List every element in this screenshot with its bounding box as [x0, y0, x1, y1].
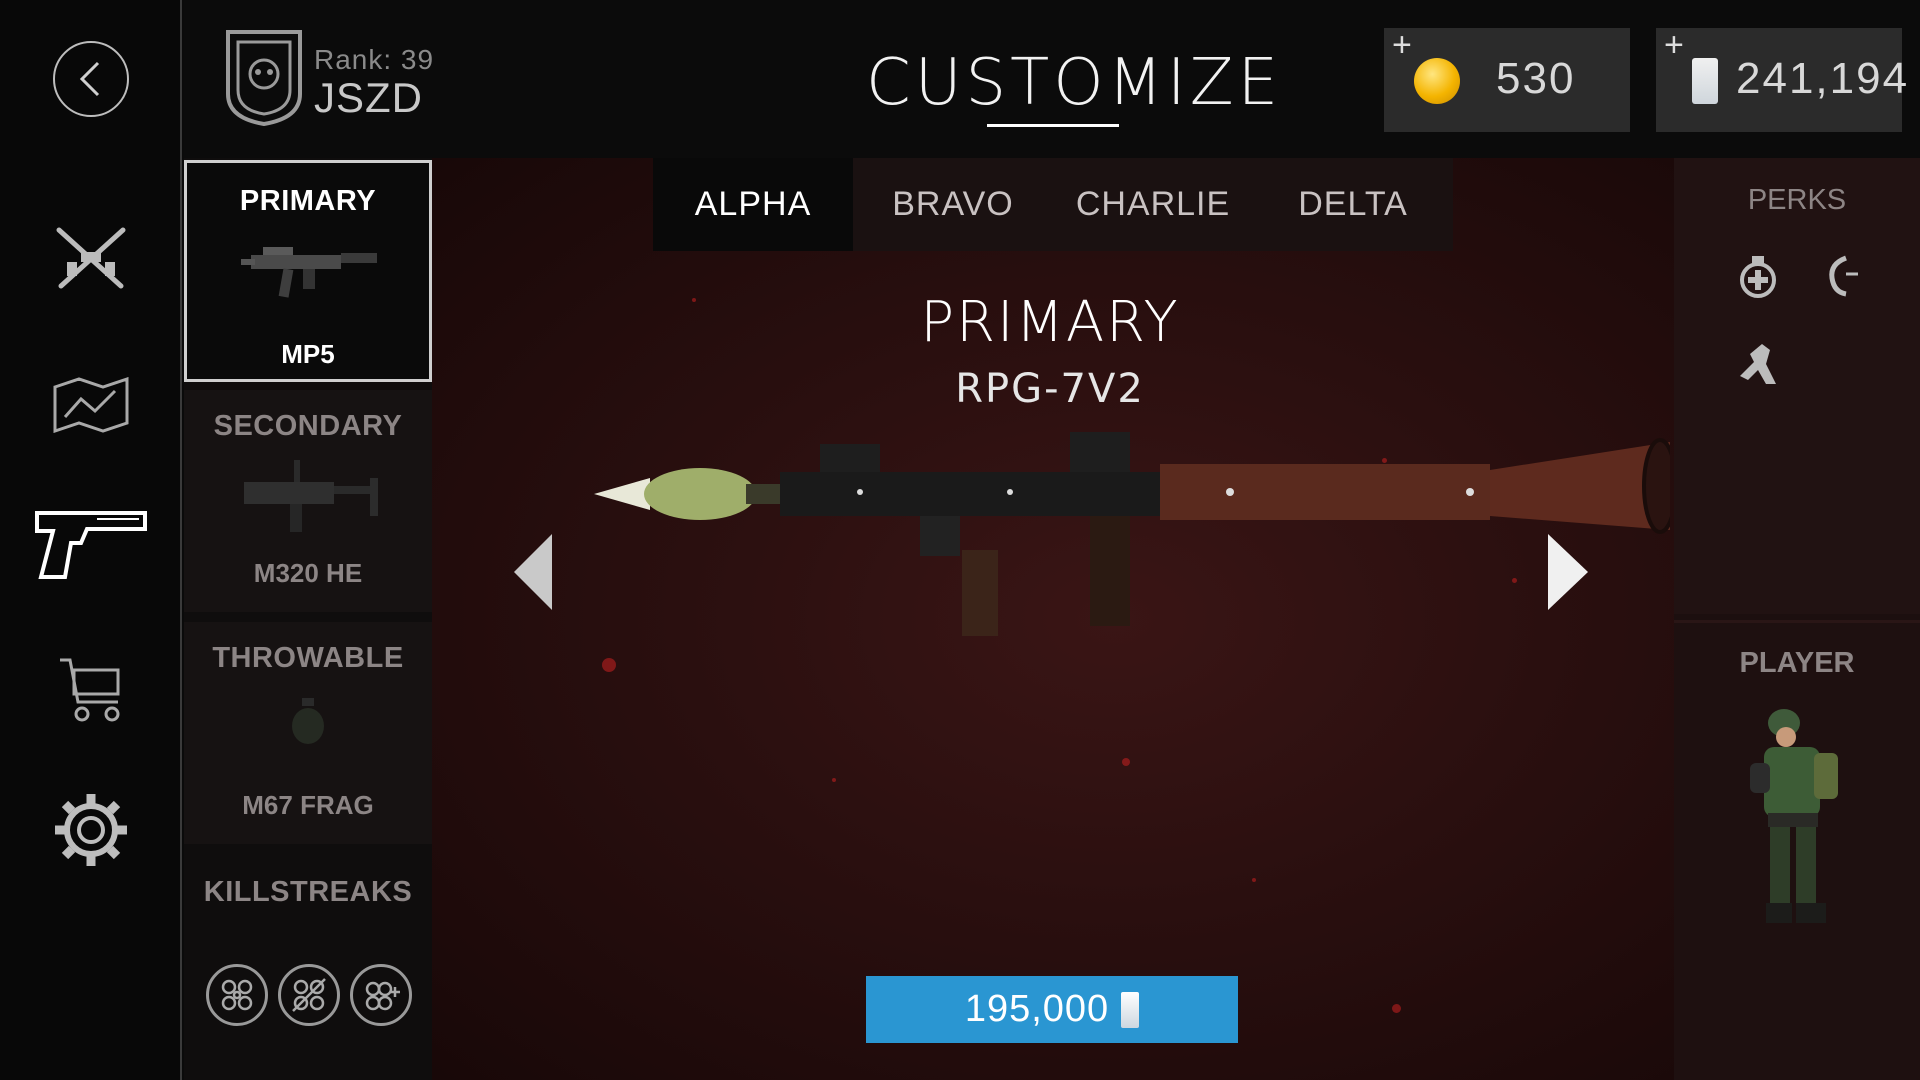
cash-value: 241,194: [1736, 54, 1910, 103]
sprint-icon[interactable]: [1736, 340, 1780, 393]
loadout-column: PRIMARY MP5 SECONDARY M320 HE THROWABLE …: [184, 158, 432, 1080]
ember: [602, 658, 616, 672]
drone-icon[interactable]: [206, 964, 268, 1026]
grenade-launcher-icon: [234, 452, 384, 547]
slot-weapon-name: M320 HE: [253, 558, 363, 588]
nav-rail: [0, 0, 182, 1080]
drone-disabled-icon[interactable]: [278, 964, 340, 1026]
ember: [1392, 1004, 1401, 1013]
soldier-avatar: [1744, 703, 1854, 938]
arrow-left-icon: [514, 534, 552, 610]
throwable-slot[interactable]: THROWABLE M67 FRAG: [184, 622, 432, 844]
title-underline: [987, 124, 1119, 127]
slot-title: KILLSTREAKS: [203, 876, 413, 908]
medkit-icon[interactable]: [1738, 254, 1778, 303]
primary-slot[interactable]: PRIMARY MP5: [184, 160, 432, 382]
buy-button[interactable]: 195,000: [866, 976, 1238, 1043]
slot-weapon-name: MP5: [281, 339, 335, 369]
gear-icon[interactable]: [0, 788, 182, 872]
plus-icon[interactable]: +: [1664, 26, 1684, 65]
page-title: CUSTOMIZE: [866, 46, 1282, 120]
map-icon[interactable]: [0, 370, 182, 440]
weapon-name: RPG-7V2: [955, 366, 1145, 412]
perks-title: PERKS: [1747, 184, 1847, 216]
killstreaks-slot[interactable]: KILLSTREAKS: [184, 854, 432, 1080]
crossed-rifles-icon[interactable]: [0, 218, 182, 298]
frag-grenade-icon: [288, 696, 328, 751]
cash-icon: [1121, 991, 1140, 1028]
top-bar: Rank: 39 JSZD CUSTOMIZE + 530 + 241,194: [184, 0, 1920, 158]
tab-alpha[interactable]: ALPHA: [653, 158, 853, 251]
back-button[interactable]: [0, 38, 182, 120]
gold-value: 530: [1496, 54, 1576, 103]
slot-title: SECONDARY: [213, 410, 403, 442]
rank-label: Rank: 39: [314, 44, 435, 75]
right-panel: PERKS PLAYER: [1674, 158, 1920, 1080]
ember: [832, 778, 836, 782]
prev-weapon-button[interactable]: [514, 534, 554, 615]
slot-title: PRIMARY: [239, 185, 377, 217]
cart-icon[interactable]: [0, 650, 182, 730]
rpg-launcher-image: [590, 430, 1678, 645]
smg-icon: [241, 235, 381, 310]
weapon-category: PRIMARY: [920, 290, 1180, 355]
tab-delta[interactable]: DELTA: [1253, 158, 1453, 251]
slot-weapon-name: M67 FRAG: [242, 790, 374, 820]
secondary-slot[interactable]: SECONDARY M320 HE: [184, 390, 432, 612]
ember: [1252, 878, 1256, 882]
gold-coin-icon: [1414, 58, 1460, 104]
tab-bravo[interactable]: BRAVO: [853, 158, 1053, 251]
back-arrow-icon: [53, 41, 129, 117]
cash-currency[interactable]: + 241,194: [1656, 26, 1907, 132]
price-value: 195,000: [964, 988, 1110, 1030]
drone-plus-icon[interactable]: [350, 964, 412, 1026]
cash-icon: [1692, 58, 1718, 104]
rank-badge-icon: [224, 28, 304, 128]
player-panel[interactable]: PLAYER: [1674, 620, 1920, 1080]
player-name: JSZD: [314, 74, 423, 121]
gold-currency[interactable]: + 530: [1384, 26, 1630, 132]
tab-charlie[interactable]: CHARLIE: [1053, 158, 1253, 251]
ember: [692, 298, 696, 302]
perks-panel[interactable]: PERKS: [1674, 158, 1920, 614]
pistol-icon[interactable]: [0, 500, 182, 590]
loadout-tabs: ALPHA BRAVO CHARLIE DELTA: [653, 158, 1453, 251]
player-title: PLAYER: [1739, 647, 1855, 679]
plus-icon[interactable]: +: [1392, 26, 1412, 65]
ember: [1122, 758, 1130, 766]
grenade-throw-icon[interactable]: [1824, 254, 1860, 303]
slot-title: THROWABLE: [212, 642, 404, 674]
